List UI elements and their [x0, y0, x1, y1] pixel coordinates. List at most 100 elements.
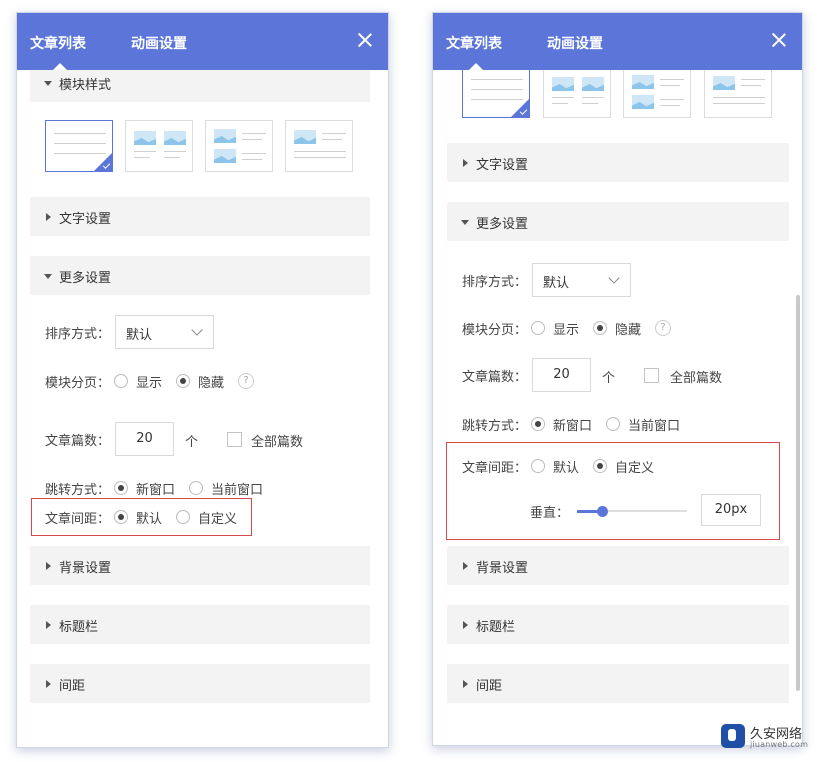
jump-row: 跳转方式： 新窗口 当前窗口: [462, 412, 694, 436]
section-background-settings[interactable]: 背景设置: [447, 546, 789, 585]
all-count-label: 全部篇数: [251, 435, 304, 450]
pagination-label: 模块分页：: [462, 322, 528, 338]
pagination-hide-radio[interactable]: [176, 374, 191, 388]
section-label: 背景设置: [476, 561, 529, 576]
jump-current-window-radio[interactable]: [189, 481, 204, 495]
tab-animation-settings[interactable]: 动画设置: [131, 33, 187, 53]
style-option-image-grid[interactable]: [125, 120, 193, 172]
image-icon: [134, 131, 156, 145]
gap-row: 文章间距： 默认 自定义: [45, 505, 251, 529]
section-text-settings[interactable]: 文字设置: [447, 143, 789, 182]
scrollbar[interactable]: [796, 295, 800, 691]
style-option-text-list[interactable]: [462, 70, 530, 118]
pagination-hide-radio[interactable]: [593, 321, 608, 335]
panel-body: 模块样式 文字设置 更多设置 排序方式： 默认 模块分页： 显示 隐藏 ? 文章…: [17, 70, 388, 747]
section-label: 背景设置: [59, 561, 112, 576]
all-count-checkbox[interactable]: [227, 432, 242, 447]
caret-down-icon: [461, 220, 469, 225]
caret-right-icon: [46, 680, 51, 688]
jump-current-window-radio[interactable]: [606, 417, 621, 431]
tab-article-list[interactable]: 文章列表: [30, 33, 86, 53]
pagination-show-label: 显示: [136, 375, 163, 391]
style-option-image-grid[interactable]: [543, 70, 611, 118]
section-label: 更多设置: [59, 271, 112, 286]
section-spacing[interactable]: 间距: [447, 664, 789, 703]
vertical-label: 垂直：: [530, 506, 570, 521]
section-label: 文字设置: [476, 158, 529, 173]
section-spacing[interactable]: 间距: [30, 664, 370, 703]
sort-select[interactable]: 默认: [532, 263, 631, 297]
caret-right-icon: [46, 562, 51, 570]
all-count-label: 全部篇数: [670, 371, 723, 386]
pagination-show-label: 显示: [553, 322, 580, 338]
gap-default-radio[interactable]: [114, 510, 129, 524]
jump-new-window-radio[interactable]: [114, 481, 129, 495]
image-icon: [713, 76, 735, 90]
section-text-settings[interactable]: 文字设置: [30, 197, 370, 236]
style-option-image-top-text[interactable]: [285, 120, 353, 172]
style-option-image-top-text[interactable]: [704, 70, 772, 118]
close-icon[interactable]: [768, 29, 790, 51]
section-label: 间距: [59, 679, 86, 694]
count-input[interactable]: 20: [532, 358, 591, 392]
gap-custom-label: 自定义: [615, 460, 655, 476]
section-label: 标题栏: [59, 620, 99, 635]
sort-label: 排序方式：: [45, 326, 111, 342]
pagination-hide-label: 隐藏: [198, 375, 225, 391]
sort-row: 排序方式：: [45, 320, 110, 344]
gap-default-radio[interactable]: [531, 459, 546, 473]
section-title-bar[interactable]: 标题栏: [30, 605, 370, 644]
image-icon: [582, 77, 604, 91]
panel-header: 文章列表 动画设置: [17, 13, 388, 70]
pagination-row: 模块分页： 显示 隐藏 ?: [462, 316, 672, 340]
style-option-text-list[interactable]: [45, 120, 113, 172]
jump-current-window-label: 当前窗口: [211, 482, 264, 498]
caret-right-icon: [463, 562, 468, 570]
jump-label: 跳转方式：: [462, 418, 528, 434]
jump-new-window-radio[interactable]: [531, 417, 546, 431]
gap-default-label: 默认: [136, 511, 163, 527]
panel-header: 文章列表 动画设置: [433, 13, 802, 70]
count-unit: 个: [602, 371, 616, 386]
pagination-show-radio[interactable]: [114, 374, 129, 388]
sort-label: 排序方式：: [462, 274, 528, 290]
count-label: 文章篇数：: [462, 369, 528, 385]
help-icon[interactable]: ?: [655, 320, 672, 336]
gap-custom-radio[interactable]: [593, 459, 608, 473]
all-count-checkbox[interactable]: [644, 368, 659, 383]
jump-new-window-label: 新窗口: [553, 418, 593, 434]
help-icon[interactable]: ?: [238, 373, 255, 389]
caret-right-icon: [463, 621, 468, 629]
sort-select[interactable]: 默认: [115, 315, 214, 349]
section-title-bar[interactable]: 标题栏: [447, 605, 789, 644]
logo-domain: jiuanweb.com: [750, 740, 809, 749]
image-icon: [214, 129, 236, 143]
section-more-settings[interactable]: 更多设置: [30, 256, 370, 295]
jump-row: 跳转方式： 新窗口 当前窗口: [45, 476, 277, 500]
caret-down-icon: [44, 274, 52, 279]
section-label: 文字设置: [59, 212, 112, 227]
count-unit: 个: [185, 435, 199, 450]
vertical-value-input[interactable]: 20px: [701, 494, 761, 526]
caret-down-icon: [44, 81, 52, 86]
close-icon[interactable]: [354, 29, 376, 51]
style-option-image-left-list[interactable]: [205, 120, 273, 172]
count-input[interactable]: 20: [115, 422, 174, 456]
watermark-logo: 久安网络 jiuanweb.com: [719, 722, 819, 752]
section-background-settings[interactable]: 背景设置: [30, 546, 370, 585]
pagination-show-radio[interactable]: [531, 321, 546, 335]
style-option-image-left-list[interactable]: [623, 70, 691, 118]
chevron-down-icon: [191, 324, 203, 336]
tab-article-list[interactable]: 文章列表: [446, 33, 502, 53]
gap-label: 文章间距：: [462, 460, 528, 476]
gap-custom-radio[interactable]: [176, 510, 191, 524]
image-icon: [214, 149, 236, 163]
section-module-style[interactable]: 模块样式: [30, 70, 370, 102]
active-tab-indicator: [469, 63, 483, 70]
image-icon: [632, 95, 654, 109]
sort-value: 默认: [126, 328, 153, 343]
image-icon: [552, 77, 574, 91]
section-more-settings[interactable]: 更多设置: [447, 202, 789, 241]
tab-animation-settings[interactable]: 动画设置: [547, 33, 603, 53]
jump-current-window-label: 当前窗口: [628, 418, 681, 434]
